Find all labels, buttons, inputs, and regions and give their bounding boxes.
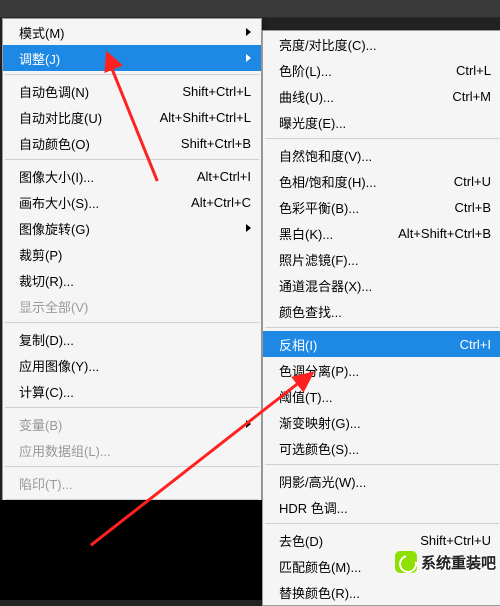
menu-item-label: 裁剪(P) — [19, 245, 251, 264]
menu-item-label: 图像大小(I)... — [19, 167, 189, 186]
watermark-icon — [395, 551, 417, 573]
menu-item-label: 模式(M) — [19, 23, 238, 42]
menu-item-label: 反相(I) — [279, 335, 452, 354]
menu-item-label: 色相/饱和度(H)... — [279, 172, 446, 191]
menu-separator — [5, 159, 259, 160]
menu-item[interactable]: 照片滤镜(F)... — [263, 246, 500, 272]
menu-item-label: 曲线(U)... — [279, 87, 444, 106]
menu-item-label: 通道混合器(X)... — [279, 276, 491, 295]
menu-item[interactable]: 计算(C)... — [3, 378, 261, 404]
menu-item-shortcut: Shift+Ctrl+B — [173, 136, 251, 151]
menu-item[interactable]: 黑白(K)...Alt+Shift+Ctrl+B — [263, 220, 500, 246]
menu-item-label: 颜色查找... — [279, 302, 491, 321]
menu-item[interactable]: 可选颜色(S)... — [263, 435, 500, 461]
menu-item[interactable]: 画布大小(S)...Alt+Ctrl+C — [3, 189, 261, 215]
menu-item-label: 裁切(R)... — [19, 271, 251, 290]
menu-item[interactable]: 图像旋转(G) — [3, 215, 261, 241]
menu-separator — [265, 464, 499, 465]
watermark: 系统重装吧 — [395, 551, 496, 573]
menu-item-label: 调整(J) — [19, 49, 238, 68]
menu-item-shortcut: Shift+Ctrl+U — [412, 533, 491, 548]
menu-separator — [5, 466, 259, 467]
adjustments-submenu[interactable]: 亮度/对比度(C)...色阶(L)...Ctrl+L曲线(U)...Ctrl+M… — [262, 30, 500, 606]
menu-item-shortcut: Ctrl+U — [446, 174, 491, 189]
submenu-arrow-icon — [246, 28, 251, 36]
menu-item[interactable]: HDR 色调... — [263, 494, 500, 520]
menu-item-label: 渐变映射(G)... — [279, 413, 491, 432]
menu-item-label: 可选颜色(S)... — [279, 439, 491, 458]
menu-item-label: 亮度/对比度(C)... — [279, 35, 491, 54]
menu-separator — [265, 523, 499, 524]
menu-item[interactable]: 自动颜色(O)Shift+Ctrl+B — [3, 130, 261, 156]
menu-item-label: 自然饱和度(V)... — [279, 146, 491, 165]
watermark-text: 系统重装吧 — [421, 552, 496, 573]
menu-separator — [5, 322, 259, 323]
menu-item-shortcut: Ctrl+M — [444, 89, 491, 104]
menu-item[interactable]: 应用图像(Y)... — [3, 352, 261, 378]
image-menu[interactable]: 模式(M)调整(J)自动色调(N)Shift+Ctrl+L自动对比度(U)Alt… — [2, 18, 262, 530]
menu-item-shortcut: Ctrl+L — [448, 63, 491, 78]
menu-item-shortcut: Ctrl+I — [452, 337, 491, 352]
menu-item[interactable]: 图像大小(I)...Alt+Ctrl+I — [3, 163, 261, 189]
menu-item[interactable]: 替换颜色(R)... — [263, 579, 500, 605]
menu-item-label: 替换颜色(R)... — [279, 583, 491, 602]
menu-item[interactable]: 曲线(U)...Ctrl+M — [263, 83, 500, 109]
menu-item-label: 阈值(T)... — [279, 387, 491, 406]
menu-item-shortcut: Shift+Ctrl+L — [174, 84, 251, 99]
menu-item-label: 照片滤镜(F)... — [279, 250, 491, 269]
menu-item-label: 自动色调(N) — [19, 82, 174, 101]
menu-item[interactable]: 色阶(L)...Ctrl+L — [263, 57, 500, 83]
menu-item-shortcut: Ctrl+B — [447, 200, 491, 215]
menu-item-label: 去色(D) — [279, 531, 412, 550]
menu-item[interactable]: 模式(M) — [3, 19, 261, 45]
menu-item[interactable]: 亮度/对比度(C)... — [263, 31, 500, 57]
menu-item-label: 阴影/高光(W)... — [279, 472, 491, 491]
menu-item-shortcut: Alt+Ctrl+I — [189, 169, 251, 184]
menu-item-label: 黑白(K)... — [279, 224, 390, 243]
menu-item-label: 色阶(L)... — [279, 61, 448, 80]
menu-item[interactable]: 裁剪(P) — [3, 241, 261, 267]
menu-item-shortcut: Alt+Shift+Ctrl+B — [390, 226, 491, 241]
menu-item-label: 应用图像(Y)... — [19, 356, 251, 375]
menu-item-shortcut: Alt+Ctrl+C — [183, 195, 251, 210]
menu-item[interactable]: 渐变映射(G)... — [263, 409, 500, 435]
menu-item[interactable]: 调整(J) — [3, 45, 261, 71]
menu-item-label: 自动颜色(O) — [19, 134, 173, 153]
menu-item-shortcut: Alt+Shift+Ctrl+L — [152, 110, 251, 125]
menu-separator — [265, 138, 499, 139]
menu-item: 显示全部(V) — [3, 293, 261, 319]
top-toolbar — [0, 0, 500, 18]
menu-item-label: 计算(C)... — [19, 382, 251, 401]
menu-item: 变量(B) — [3, 411, 261, 437]
menu-item: 陷印(T)... — [3, 470, 261, 496]
menu-item[interactable]: 自动色调(N)Shift+Ctrl+L — [3, 78, 261, 104]
menu-item[interactable]: 阴影/高光(W)... — [263, 468, 500, 494]
menu-item[interactable]: 通道混合器(X)... — [263, 272, 500, 298]
menu-item[interactable]: 色相/饱和度(H)...Ctrl+U — [263, 168, 500, 194]
submenu-arrow-icon — [246, 54, 251, 62]
menu-item[interactable]: 自然饱和度(V)... — [263, 142, 500, 168]
menu-separator — [5, 74, 259, 75]
submenu-arrow-icon — [246, 224, 251, 232]
menu-item-label: HDR 色调... — [279, 498, 491, 517]
menu-item[interactable]: 曝光度(E)... — [263, 109, 500, 135]
menu-item-label: 显示全部(V) — [19, 297, 251, 316]
menu-item-label: 变量(B) — [19, 415, 238, 434]
menu-item[interactable]: 复制(D)... — [3, 326, 261, 352]
menu-separator — [265, 327, 499, 328]
menu-item[interactable]: 裁切(R)... — [3, 267, 261, 293]
menu-item-label: 应用数据组(L)... — [19, 441, 251, 460]
menu-item-label: 曝光度(E)... — [279, 113, 491, 132]
menu-item[interactable]: 去色(D)Shift+Ctrl+U — [263, 527, 500, 553]
menu-item[interactable]: 色彩平衡(B)...Ctrl+B — [263, 194, 500, 220]
menu-item[interactable]: 颜色查找... — [263, 298, 500, 324]
menu-item[interactable]: 反相(I)Ctrl+I — [263, 331, 500, 357]
menu-item-label: 画布大小(S)... — [19, 193, 183, 212]
menu-item-label: 陷印(T)... — [19, 474, 251, 493]
menu-item-label: 复制(D)... — [19, 330, 251, 349]
menu-separator — [5, 407, 259, 408]
menu-item-label: 图像旋转(G) — [19, 219, 238, 238]
menu-item-label: 色彩平衡(B)... — [279, 198, 447, 217]
